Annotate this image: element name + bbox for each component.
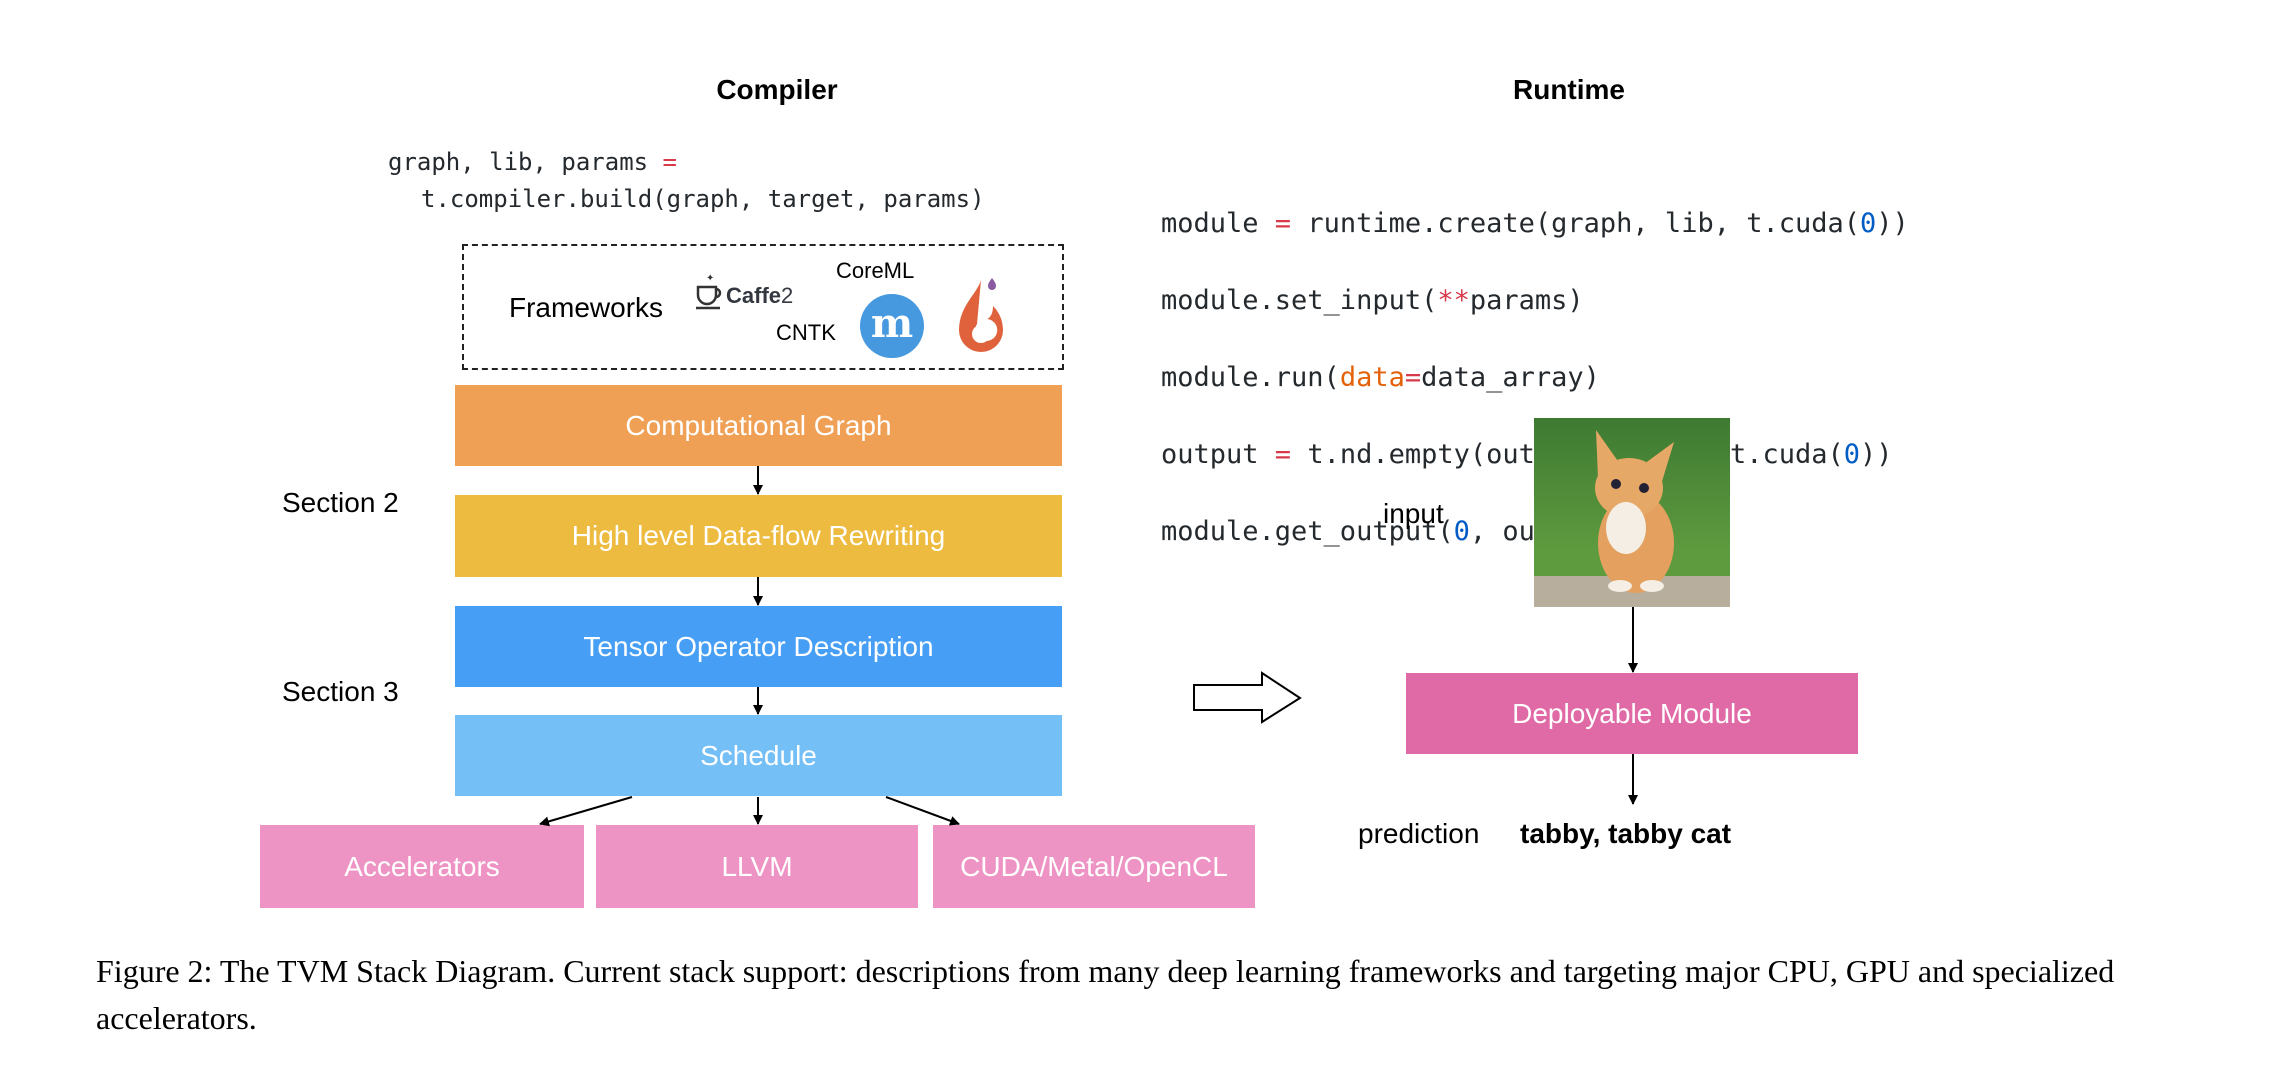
arrow-icon	[539, 796, 633, 827]
module-label: Deployable Module	[1512, 697, 1752, 729]
code-line: module.run(data=data_array)	[1161, 361, 1600, 393]
hollow-right-arrow-icon	[1193, 671, 1302, 724]
prediction-label: prediction	[1358, 818, 1480, 849]
code-line: module = runtime.create(graph, lib, t.cu…	[1161, 207, 1909, 239]
deployable-module-box: Deployable Module	[1406, 673, 1858, 754]
arrows-layer	[539, 466, 1638, 827]
code-line: module.set_input(**params)	[1161, 284, 1584, 316]
arrow-icon	[885, 796, 960, 826]
prediction-value: tabby, tabby cat	[1520, 818, 1732, 849]
figure-caption: Figure 2: The TVM Stack Diagram. Current…	[96, 953, 2115, 1036]
kitten-image	[1534, 418, 1730, 607]
input-label: input	[1383, 498, 1444, 529]
